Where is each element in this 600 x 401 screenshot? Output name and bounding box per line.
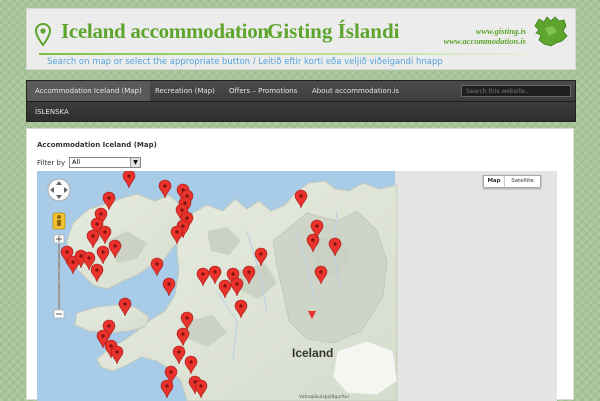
nav-item-accommodation-map[interactable]: Accommodation Iceland (Map): [27, 81, 150, 101]
map-marker-dot: [199, 384, 203, 388]
map-marker-dot: [333, 242, 337, 246]
map-marker-dot: [107, 324, 111, 328]
map-marker-dot: [180, 208, 184, 212]
map-marker-dot: [165, 384, 169, 388]
map-marker-dot: [181, 224, 185, 228]
map-label-iceland: Iceland: [292, 346, 333, 360]
map-marker-dot: [99, 212, 103, 216]
map-marker-dot: [71, 260, 75, 264]
map-marker-dot: [91, 234, 95, 238]
map-marker-dot: [65, 250, 69, 254]
map-marker-dot: [175, 230, 179, 234]
site-tagline: Search on map or select the appropriate …: [47, 57, 443, 67]
map-marker-dot: [185, 316, 189, 320]
map-marker-dot: [319, 270, 323, 274]
map-marker-dot: [189, 360, 193, 364]
map-marker-dot: [177, 350, 181, 354]
map-marker-dot: [223, 284, 227, 288]
map-marker-dot: [315, 224, 319, 228]
map-grey-area: [395, 171, 557, 401]
map-marker-dot: [95, 222, 99, 226]
filter-label: Filter by: [37, 159, 66, 167]
map-marker-dot: [239, 304, 243, 308]
iceland-map-logo-icon: [534, 16, 568, 47]
map-marker-dot: [201, 272, 205, 276]
map-marker-dot: [235, 282, 239, 286]
map-marker-dot: [169, 370, 173, 374]
pan-control[interactable]: [47, 178, 71, 202]
map-marker-dot: [123, 302, 127, 306]
map-marker-dot: [311, 238, 315, 242]
domain-gisting: www.gisting.is: [475, 26, 526, 36]
map-marker-dot: [231, 272, 235, 276]
nav-item-offers-promotions[interactable]: Offers – Promotions: [221, 81, 305, 101]
filter-selected-value: All: [72, 158, 81, 166]
filter-select[interactable]: All ▼: [69, 157, 141, 168]
map-marker-dot: [167, 282, 171, 286]
street-view-pegman-icon[interactable]: [52, 212, 66, 230]
glacier-vatnajokull: [332, 340, 398, 396]
map-marker-dot: [107, 196, 111, 200]
map-marker-dot: [127, 174, 131, 178]
site-header: Iceland accommodation Gisting Íslandi ww…: [26, 8, 576, 70]
map-marker-dot: [259, 252, 263, 256]
map-marker-dot: [101, 334, 105, 338]
map-marker-dot: [101, 250, 105, 254]
main-navigation: Accommodation Iceland (Map) Recreation (…: [26, 80, 576, 122]
site-domains: www.gisting.is www.accommodation.is: [412, 26, 526, 46]
nav-item-about[interactable]: About accommodation.is: [304, 81, 407, 101]
nav-row-divider: [27, 101, 575, 102]
site-title-icelandic[interactable]: Gisting Íslandi: [267, 19, 399, 44]
map-marker-dot: [213, 270, 217, 274]
map-marker-dot: [103, 230, 107, 234]
header-divider: [39, 53, 567, 55]
map-marker-dot: [95, 268, 99, 272]
page-title: Accommodation Iceland (Map): [37, 141, 157, 149]
map-marker-dot: [247, 270, 251, 274]
map-credit-text: Vatnajökulsþjóðgarður: [299, 393, 349, 400]
nav-item-recreation-map[interactable]: Recreation (Map): [147, 81, 223, 101]
map-marker-dot: [163, 184, 167, 188]
map-marker-dot: [185, 216, 189, 220]
chevron-down-icon[interactable]: ▼: [130, 158, 140, 167]
map-marker-dot: [113, 244, 117, 248]
accommodation-map[interactable]: Iceland Vatnajökulsþjóðgarður Map Satell…: [37, 171, 557, 401]
main-content: Accommodation Iceland (Map) Filter by Al…: [26, 128, 574, 401]
map-marker-dot: [299, 194, 303, 198]
map-marker-dot: [87, 256, 91, 260]
site-title[interactable]: Iceland accommodation: [61, 19, 269, 44]
nav-item-islenska[interactable]: ÍSLENSKA: [27, 102, 77, 122]
map-marker-dot: [115, 350, 119, 354]
map-marker-dot: [155, 262, 159, 266]
map-type-map-button[interactable]: Map: [484, 176, 505, 187]
map-marker-dot: [79, 254, 83, 258]
search-input[interactable]: [461, 85, 571, 97]
location-pin-icon: [35, 23, 51, 47]
map-marker-dot: [109, 344, 113, 348]
map-marker-dot: [181, 332, 185, 336]
map-type-satellite-button[interactable]: Satellite: [505, 176, 540, 187]
map-canvas[interactable]: Iceland Vatnajökulsþjóðgarður: [37, 171, 557, 401]
domain-accommodation: www.accommodation.is: [443, 36, 526, 46]
map-type-control: Map Satellite: [483, 175, 541, 188]
